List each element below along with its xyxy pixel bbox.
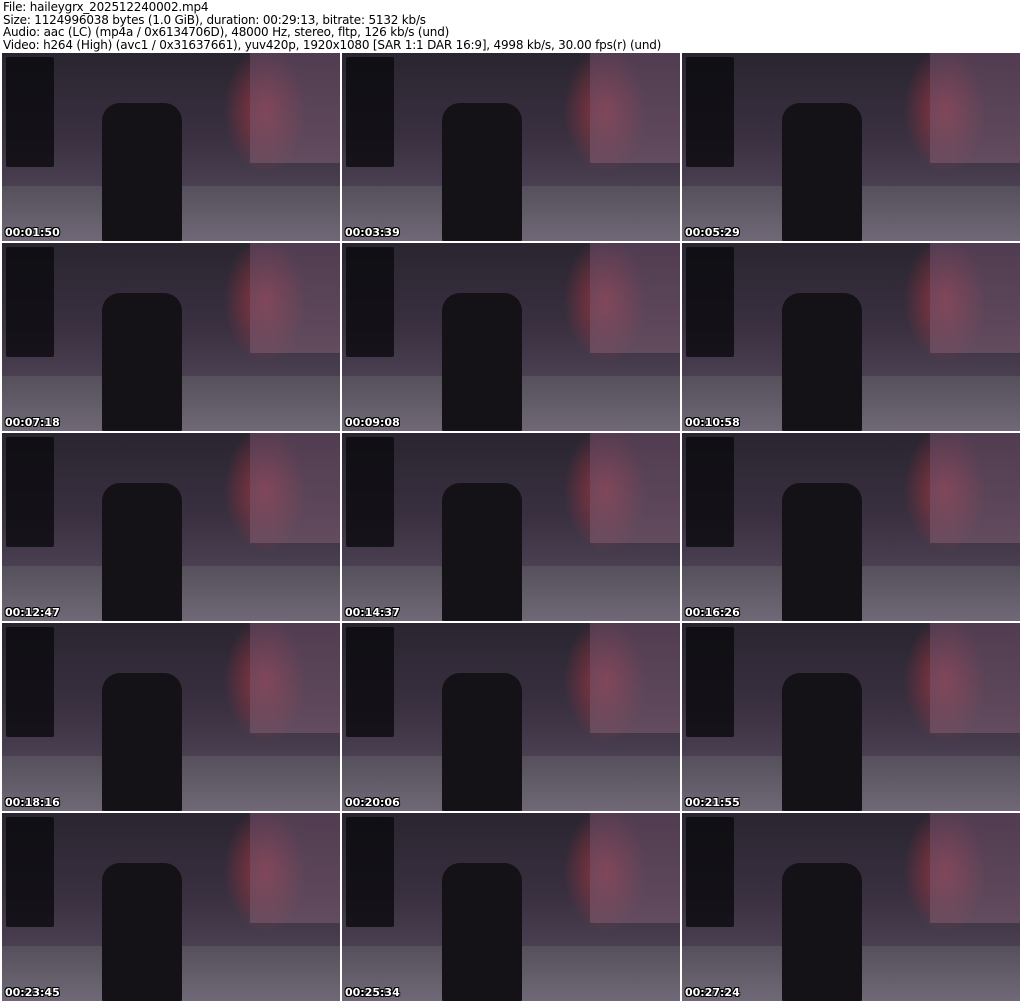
overlay-panel xyxy=(6,57,54,167)
background-wall xyxy=(250,623,340,733)
overlay-panel xyxy=(346,627,394,737)
timestamp: 00:03:39 xyxy=(345,226,400,239)
overlay-panel xyxy=(6,627,54,737)
background-wall xyxy=(590,53,680,163)
background-wall xyxy=(930,813,1020,923)
chair-shape xyxy=(102,293,182,431)
overlay-panel xyxy=(6,247,54,357)
chair-shape xyxy=(442,483,522,621)
timestamp: 00:21:55 xyxy=(685,796,740,809)
background-wall xyxy=(590,243,680,353)
chair-shape xyxy=(442,863,522,1001)
video-thumbnail[interactable]: 00:20:06 xyxy=(342,623,680,811)
timestamp: 00:14:37 xyxy=(345,606,400,619)
timestamp: 00:18:16 xyxy=(5,796,60,809)
video-thumbnail[interactable]: 00:23:45 xyxy=(2,813,340,1001)
timestamp: 00:10:58 xyxy=(685,416,740,429)
overlay-panel xyxy=(346,57,394,167)
chair-shape xyxy=(442,673,522,811)
chair-shape xyxy=(102,103,182,241)
video-thumbnail[interactable]: 00:01:50 xyxy=(2,53,340,241)
timestamp: 00:09:08 xyxy=(345,416,400,429)
background-wall xyxy=(590,433,680,543)
overlay-panel xyxy=(686,627,734,737)
video-thumbnail[interactable]: 00:16:26 xyxy=(682,433,1020,621)
timestamp: 00:20:06 xyxy=(345,796,400,809)
chair-shape xyxy=(442,293,522,431)
video-thumbnail[interactable]: 00:25:34 xyxy=(342,813,680,1001)
overlay-panel xyxy=(346,247,394,357)
video-thumbnail[interactable]: 00:07:18 xyxy=(2,243,340,431)
chair-shape xyxy=(782,863,862,1001)
timestamp: 00:07:18 xyxy=(5,416,60,429)
timestamp: 00:01:50 xyxy=(5,226,60,239)
thumbnail-grid: 00:01:50 00:03:39 00:05:29 00:07:18 00:09:08… xyxy=(2,53,1020,1001)
overlay-panel xyxy=(6,437,54,547)
video-thumbnail[interactable]: 00:03:39 xyxy=(342,53,680,241)
chair-shape xyxy=(782,103,862,241)
chair-shape xyxy=(102,863,182,1001)
overlay-panel xyxy=(686,247,734,357)
background-wall xyxy=(590,813,680,923)
background-wall xyxy=(250,243,340,353)
chair-shape xyxy=(782,483,862,621)
video-thumbnail[interactable]: 00:14:37 xyxy=(342,433,680,621)
overlay-panel xyxy=(686,57,734,167)
file-info-header: File: haileygrx_202512240002.mp4 Size: 1… xyxy=(3,1,661,51)
chair-shape xyxy=(782,293,862,431)
background-wall xyxy=(250,433,340,543)
timestamp: 00:25:34 xyxy=(345,986,400,999)
overlay-panel xyxy=(6,817,54,927)
chair-shape xyxy=(442,103,522,241)
video-thumbnail[interactable]: 00:05:29 xyxy=(682,53,1020,241)
video-thumbnail[interactable]: 00:18:16 xyxy=(2,623,340,811)
overlay-panel xyxy=(686,437,734,547)
overlay-panel xyxy=(346,437,394,547)
overlay-panel xyxy=(346,817,394,927)
video-info: Video: h264 (High) (avc1 / 0x31637661), … xyxy=(3,37,662,52)
background-wall xyxy=(250,813,340,923)
chair-shape xyxy=(782,673,862,811)
overlay-panel xyxy=(686,817,734,927)
video-thumbnail[interactable]: 00:12:47 xyxy=(2,433,340,621)
background-wall xyxy=(930,243,1020,353)
background-wall xyxy=(930,623,1020,733)
background-wall xyxy=(590,623,680,733)
video-thumbnail[interactable]: 00:21:55 xyxy=(682,623,1020,811)
timestamp: 00:12:47 xyxy=(5,606,60,619)
video-thumbnail[interactable]: 00:09:08 xyxy=(342,243,680,431)
background-wall xyxy=(250,53,340,163)
timestamp: 00:16:26 xyxy=(685,606,740,619)
file-name: File: haileygrx_202512240002.mp4 xyxy=(3,0,209,14)
timestamp: 00:27:24 xyxy=(685,986,740,999)
video-thumbnail[interactable]: 00:27:24 xyxy=(682,813,1020,1001)
background-wall xyxy=(930,53,1020,163)
timestamp: 00:23:45 xyxy=(5,986,60,999)
audio-info: Audio: aac (LC) (mp4a / 0x6134706D), 480… xyxy=(3,25,450,39)
timestamp: 00:05:29 xyxy=(685,226,740,239)
chair-shape xyxy=(102,483,182,621)
chair-shape xyxy=(102,673,182,811)
background-wall xyxy=(930,433,1020,543)
video-thumbnail[interactable]: 00:10:58 xyxy=(682,243,1020,431)
